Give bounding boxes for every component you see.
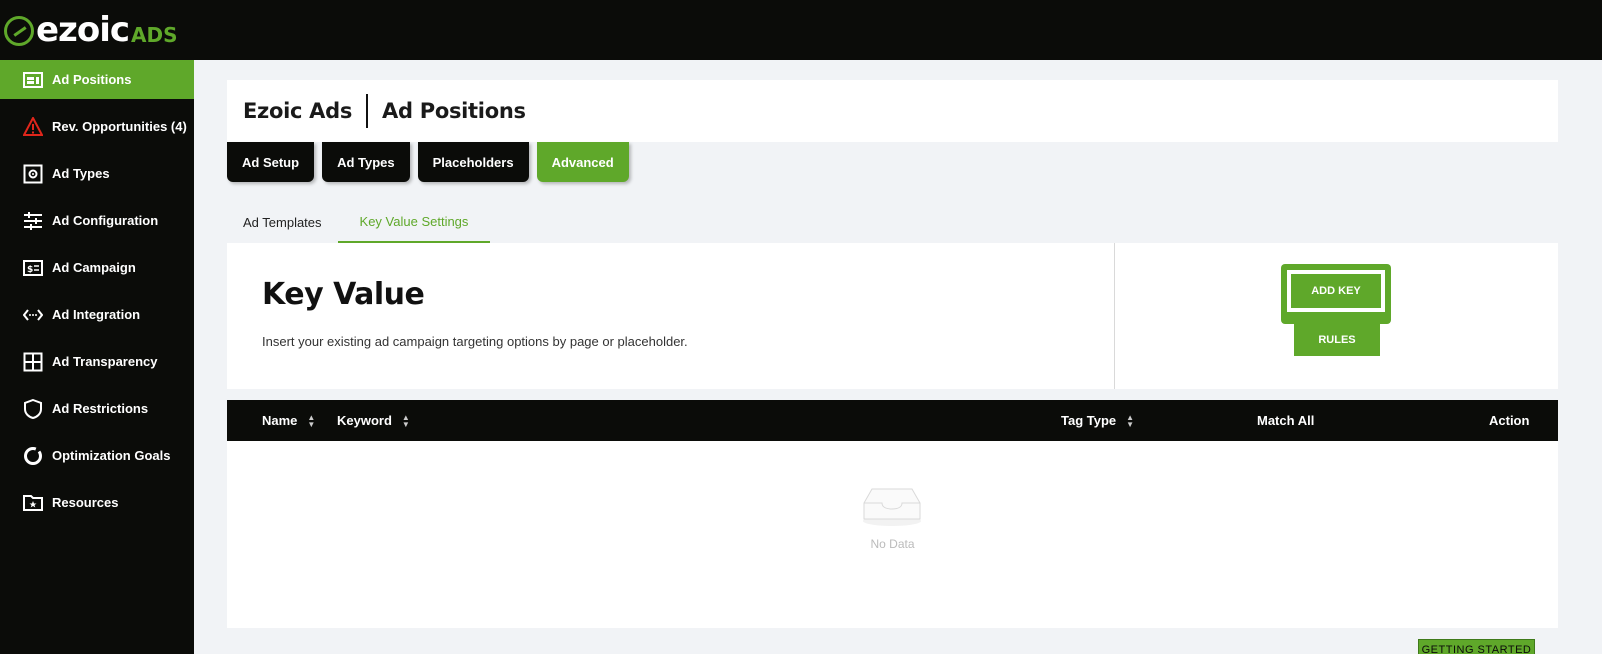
ezoic-ads-logo[interactable]: ezoic ADS <box>4 10 178 50</box>
column-header-name[interactable]: Name ▲ ▼ <box>262 400 315 441</box>
add-key-highlight: ADD KEY <box>1281 264 1391 324</box>
page-header: Ezoic Ads Ad Positions <box>227 80 1558 142</box>
sidebar-item-label: Ad Transparency <box>52 354 158 369</box>
sidebar-item-ad-campaign[interactable]: $ Ad Campaign <box>0 244 194 291</box>
grid-icon <box>22 351 44 373</box>
key-value-card: Key Value Insert your existing ad campai… <box>227 243 1558 389</box>
column-header-match-all: Match All <box>1257 400 1314 441</box>
sidebar-item-label: Resources <box>52 495 119 510</box>
getting-started-button[interactable]: GETTING STARTED <box>1418 639 1535 654</box>
sort-icon[interactable]: ▲ ▼ <box>307 413 315 428</box>
sidebar-item-rev-opportunities[interactable]: Rev. Opportunities (4) <box>0 103 194 150</box>
svg-text:$: $ <box>27 265 33 275</box>
column-header-keyword[interactable]: Keyword ▲ ▼ <box>337 400 410 441</box>
table-empty-state: No Data GETTING STARTED <box>227 441 1558 654</box>
table-header: Name ▲ ▼ Keyword ▲ ▼ Tag Type ▲ ▼ Match All… <box>227 400 1558 441</box>
column-header-action: Action <box>1489 400 1529 441</box>
key-value-table: Name ▲ ▼ Keyword ▲ ▼ Tag Type ▲ ▼ Match All… <box>227 400 1558 654</box>
column-label: Name <box>262 413 298 428</box>
column-label: Match All <box>1257 413 1315 428</box>
logo-sub: ADS <box>131 23 178 47</box>
sidebar-item-ad-positions[interactable]: Ad Positions <box>0 60 194 99</box>
key-value-intro: Key Value Insert your existing ad campai… <box>227 243 1115 389</box>
empty-text: No Data <box>870 537 915 551</box>
donut-icon <box>22 445 44 467</box>
key-value-title: Key Value <box>262 277 425 312</box>
sidebar-item-label: Ad Integration <box>52 307 141 322</box>
sort-icon[interactable]: ▲ ▼ <box>1126 413 1134 428</box>
tab-advanced[interactable]: Advanced <box>536 142 629 182</box>
breadcrumb-divider <box>366 94 369 128</box>
sidebar-item-label: Ad Campaign <box>52 260 136 275</box>
sidebar-item-label: Ad Positions <box>52 72 132 87</box>
rules-button[interactable]: RULES <box>1294 324 1380 356</box>
column-label: Tag Type <box>1061 413 1117 428</box>
column-label: Action <box>1489 413 1530 428</box>
key-value-actions: ADD KEY RULES <box>1115 243 1558 389</box>
sort-icon[interactable]: ▲ ▼ <box>402 413 410 428</box>
sub-tabs: Ad Templates Key Value Settings <box>227 202 491 243</box>
empty-inbox-icon <box>863 488 921 526</box>
add-key-button[interactable]: ADD KEY <box>1287 270 1385 312</box>
subtab-key-value-settings[interactable]: Key Value Settings <box>337 202 491 243</box>
sidebar-item-ad-transparency[interactable]: Ad Transparency <box>0 338 194 385</box>
column-label: Keyword <box>337 413 392 428</box>
sidebar: Ad Positions Rev. Opportunities (4) Ad T… <box>0 60 194 654</box>
sidebar-item-ad-types[interactable]: Ad Types <box>0 150 194 197</box>
sidebar-item-optimization-goals[interactable]: Optimization Goals <box>0 432 194 479</box>
ezoic-logo-icon <box>4 16 34 46</box>
folder-star-icon <box>22 492 44 514</box>
warning-icon <box>22 116 44 138</box>
tab-placeholders[interactable]: Placeholders <box>417 142 529 182</box>
column-header-tag-type[interactable]: Tag Type ▲ ▼ <box>1061 400 1134 441</box>
ad-positions-icon <box>22 69 44 91</box>
tab-ad-setup[interactable]: Ad Setup <box>227 142 315 182</box>
sidebar-item-ad-restrictions[interactable]: Ad Restrictions <box>0 385 194 432</box>
shield-icon <box>22 398 44 420</box>
section-tabs: Ad Setup Ad Types Placeholders Advanced <box>227 142 629 182</box>
integration-icon <box>22 304 44 326</box>
sidebar-item-resources[interactable]: Resources <box>0 479 194 526</box>
tab-ad-types[interactable]: Ad Types <box>322 142 410 182</box>
logo-word: ezoic <box>36 10 130 50</box>
sidebar-item-label: Rev. Opportunities (4) <box>52 119 187 134</box>
sidebar-item-ad-configuration[interactable]: Ad Configuration <box>0 197 194 244</box>
key-value-description: Insert your existing ad campaign targeti… <box>262 334 688 349</box>
sidebar-item-label: Ad Configuration <box>52 213 159 228</box>
breadcrumb-ezoic-ads[interactable]: Ezoic Ads <box>243 99 352 123</box>
top-bar: ezoic ADS <box>0 0 1602 60</box>
subtab-ad-templates[interactable]: Ad Templates <box>227 202 338 243</box>
sidebar-item-label: Ad Types <box>52 166 110 181</box>
sidebar-item-ad-integration[interactable]: Ad Integration <box>0 291 194 338</box>
sidebar-item-label: Ad Restrictions <box>52 401 149 416</box>
page-title: Ad Positions <box>382 99 526 123</box>
sidebar-item-label: Optimization Goals <box>52 448 171 463</box>
sliders-icon <box>22 210 44 232</box>
campaign-icon: $ <box>22 257 44 279</box>
gear-box-icon <box>22 163 44 185</box>
